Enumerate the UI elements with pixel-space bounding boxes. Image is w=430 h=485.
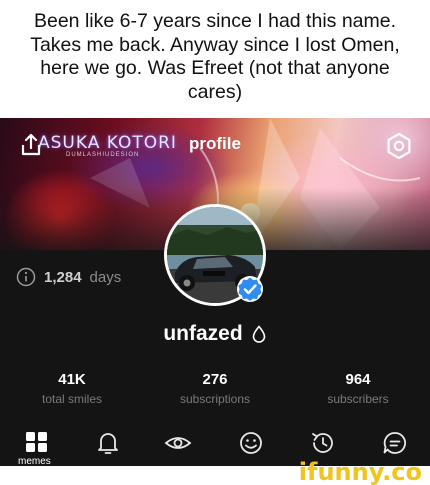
stat-total-smiles[interactable]: 41K total smiles [2, 371, 142, 406]
bell-icon[interactable] [93, 428, 123, 458]
stat-value: 41K [58, 371, 86, 388]
stat-value: 276 [202, 371, 228, 388]
profile-screen: ASUKA KOTORI DUMLASHIUDESION profile 1,2… [0, 118, 430, 466]
username: unfazed [163, 322, 243, 345]
settings-icon[interactable] [385, 132, 413, 160]
stat-label: total smiles [41, 392, 103, 406]
info-icon[interactable] [16, 267, 36, 287]
eye-icon[interactable] [163, 428, 193, 458]
days-unit: days [89, 268, 122, 286]
stat-label: subscriptions [179, 392, 251, 406]
stat-subscriptions[interactable]: 276 subscriptions [145, 371, 285, 406]
page-title: profile [189, 134, 241, 153]
smile-icon[interactable] [236, 428, 266, 458]
days-counter: 1,284 days [16, 267, 121, 287]
username-row: unfazed [0, 322, 430, 346]
meme-caption: Been like 6-7 years since I had this nam… [0, 0, 430, 118]
chat-icon[interactable] [380, 428, 410, 458]
tab-memes-label[interactable]: memes [18, 456, 51, 466]
footer-strip: ifunny.co [0, 458, 430, 485]
days-value: 1,284 [44, 268, 82, 286]
history-icon[interactable] [308, 428, 338, 458]
ifunny-watermark: ifunny.co [298, 458, 422, 485]
stat-subscribers[interactable]: 964 subscribers [288, 371, 428, 406]
drop-icon[interactable] [251, 325, 267, 343]
stat-value: 964 [345, 371, 371, 388]
stat-label: subscribers [327, 392, 389, 406]
grid-icon[interactable] [22, 428, 52, 458]
verified-badge-icon [237, 276, 263, 302]
